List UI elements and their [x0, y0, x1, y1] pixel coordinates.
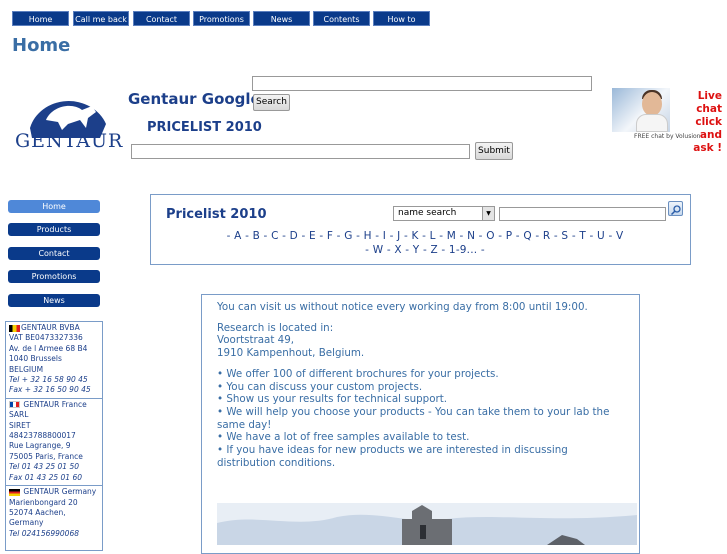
benefits-list: We offer 100 of different brochures for … — [217, 368, 624, 470]
pricelist-search-input[interactable] — [131, 144, 470, 159]
live-chat-caption[interactable]: FREE chat by Volusion — [634, 133, 700, 140]
list-item: We offer 100 of different brochures for … — [217, 368, 624, 381]
top-nav-how-to-order[interactable]: How to order? — [373, 11, 430, 39]
address-germany: GENTAUR Germany Marienbongard 20 52074 A… — [9, 487, 97, 538]
live-chat-text: Live chat click and ask ! — [693, 90, 722, 154]
list-item: We will help you choose your products - … — [217, 406, 624, 431]
top-nav-contents[interactable]: Contents — [313, 11, 370, 26]
top-nav-contact[interactable]: Contact — [133, 11, 190, 26]
visit-hours-text: You can visit us without notice every wo… — [217, 301, 588, 313]
chevron-down-icon: ▼ — [482, 207, 494, 220]
pricelist-submit-button[interactable]: Submit — [475, 142, 513, 160]
google-search-input[interactable] — [252, 76, 592, 91]
top-nav-home[interactable]: Home — [12, 11, 69, 26]
google-search-label: Gentaur Google — [128, 90, 261, 108]
list-item: We have a lot of free samples available … — [217, 431, 624, 444]
building-photo — [217, 503, 637, 545]
live-chat-banner[interactable]: Live chat click and ask ! — [612, 88, 722, 154]
address-belgium: GENTAUR BVBA VAT BE0473327336 Av. de l A… — [6, 322, 102, 399]
address-france: GENTAUR France SARL SIRET 48423788800017… — [6, 399, 102, 487]
belgium-flag-icon — [9, 324, 20, 332]
research-location: Research is located in: Voortstraat 49, … — [217, 321, 365, 360]
side-nav-promotions[interactable]: Promotions — [8, 270, 100, 283]
side-nav-news[interactable]: News — [8, 294, 100, 307]
list-item: You can discuss your custom projects. — [217, 381, 624, 394]
side-nav-products[interactable]: Products — [8, 223, 100, 236]
search-go-icon[interactable] — [668, 201, 683, 216]
side-nav-home[interactable]: Home — [8, 200, 100, 213]
top-nav-news[interactable]: News — [253, 11, 310, 26]
page-title: Home — [12, 35, 71, 56]
logo-text: GENTAUR — [15, 130, 124, 152]
top-nav-call-me-back[interactable]: Call me back — [73, 11, 129, 26]
top-nav-promotions[interactable]: Promotions — [193, 11, 250, 26]
side-nav-contact[interactable]: Contact — [8, 247, 100, 260]
pricelist-title: Pricelist 2010 — [166, 207, 267, 222]
chat-agent-photo — [612, 88, 670, 132]
list-item: If you have ideas for new products we ar… — [217, 444, 624, 469]
pricelist-box-search-input[interactable] — [499, 207, 666, 221]
france-flag-icon — [9, 401, 20, 409]
search-type-select[interactable]: name search ▼ — [393, 206, 495, 221]
google-search-button[interactable]: Search — [253, 94, 290, 111]
germany-flag-icon — [9, 488, 20, 496]
address-panel: GENTAUR BVBA VAT BE0473327336 Av. de l A… — [5, 321, 103, 551]
alphabet-index[interactable]: - A - B - C - D - E - F - G - H - I - J … — [164, 229, 686, 257]
list-item: Show us your results for technical suppo… — [217, 393, 624, 406]
pricelist-label: PRICELIST 2010 — [147, 120, 262, 135]
